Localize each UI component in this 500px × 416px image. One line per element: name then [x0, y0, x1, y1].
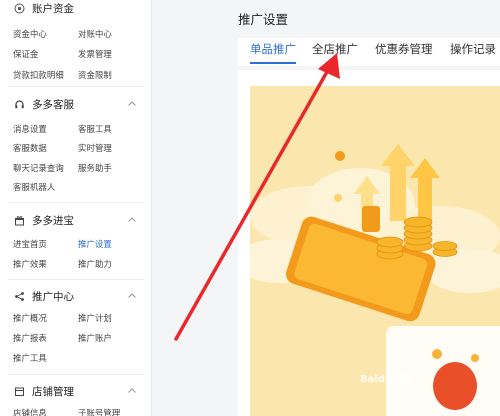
sidebar-section-title: 多多进宝	[32, 214, 74, 227]
sidebar-item-funds-limit[interactable]: 资金限制	[78, 69, 112, 81]
sidebar-item-deposit[interactable]: 保证金	[13, 48, 38, 60]
sidebar-divider	[8, 374, 144, 375]
sidebar-item-promotion-account[interactable]: 推广账户	[78, 332, 112, 344]
sidebar-divider	[8, 86, 144, 87]
app-root: 账户资金 资金中心 对账中心 保证金 发票管理 贷款扣款明细 资金限制 多多客服	[0, 0, 500, 416]
sidebar-section-customer-service: 多多客服 消息设置 客服工具 客服数据 实时管理 聊天记录查询 服务助手 客服机…	[0, 94, 151, 192]
sidebar-item-chat-records[interactable]: 聊天记录查询	[13, 162, 64, 174]
chevron-up-icon[interactable]	[126, 98, 138, 110]
sidebar-section-header[interactable]: 推广中心	[0, 286, 151, 306]
sidebar-section-account-funds: 账户资金 资金中心 对账中心 保证金 发票管理 贷款扣款明细 资金限制	[0, 0, 151, 81]
sidebar-item-promotion-boost[interactable]: 推广助力	[78, 258, 112, 270]
banner-illustration-art	[250, 144, 500, 416]
sidebar-section-duoduo-jinbao: 多多进宝 进宝首页 推广设置 推广效果 推广助力	[0, 210, 151, 269]
sidebar-section-store-management: 店铺管理 店铺信息 子账号管理	[0, 381, 151, 416]
sidebar-item-promotion-settings[interactable]: 推广设置	[78, 238, 112, 250]
main-panel: 推广设置 单品推广 全店推广 优惠券管理 操作记录	[153, 0, 500, 416]
sidebar-item-promotion-tools[interactable]: 推广工具	[13, 352, 47, 364]
sidebar-section-title: 推广中心	[32, 290, 74, 303]
sidebar-item-sub-accounts[interactable]: 子账号管理	[78, 407, 120, 416]
sidebar-item-service-robot[interactable]: 客服机器人	[13, 181, 55, 193]
sidebar-item-message-settings[interactable]: 消息设置	[13, 123, 47, 135]
sidebar-item-promotion-overview[interactable]: 推广概况	[13, 312, 47, 324]
promotion-banner-illustration	[250, 86, 500, 416]
chevron-up-icon[interactable]	[126, 214, 138, 226]
tab-operation-log[interactable]: 操作记录	[450, 41, 496, 57]
sidebar-section-header[interactable]: 多多进宝	[0, 210, 151, 230]
sidebar: 账户资金 资金中心 对账中心 保证金 发票管理 贷款扣款明细 资金限制 多多客服	[0, 0, 152, 416]
tab-coupon-management[interactable]: 优惠券管理	[375, 41, 433, 57]
sidebar-section-promotion-center: 推广中心 推广概况 推广计划 推广报表 推广账户 推广工具	[0, 286, 151, 363]
sidebar-item-jinbao-home[interactable]: 进宝首页	[13, 238, 47, 250]
sidebar-item-promotion-report[interactable]: 推广报表	[13, 332, 47, 344]
sidebar-item-reconciliation[interactable]: 对账中心	[78, 28, 112, 40]
money-circle-icon	[13, 2, 26, 15]
chevron-up-icon[interactable]	[126, 385, 138, 397]
sidebar-section-header[interactable]: 店铺管理	[0, 381, 151, 401]
tab-single-item-promotion[interactable]: 单品推广	[250, 41, 296, 57]
baidu-jingyan-watermark: Baidu经验	[360, 374, 413, 385]
sidebar-item-store-info[interactable]: 店铺信息	[13, 407, 47, 416]
sidebar-item-service-tools[interactable]: 客服工具	[78, 123, 112, 135]
sidebar-item-loan-deduction[interactable]: 贷款扣款明细	[13, 69, 64, 81]
sidebar-divider	[8, 202, 144, 203]
content-area	[238, 70, 500, 416]
page-title: 推广设置	[238, 12, 289, 27]
sidebar-divider	[8, 279, 144, 280]
sidebar-section-header[interactable]: 账户资金	[0, 0, 151, 18]
tab-bar: 单品推广 全店推广 优惠券管理 操作记录	[238, 38, 500, 66]
store-icon	[13, 385, 26, 398]
active-tab-indicator	[250, 62, 296, 64]
sidebar-item-invoice[interactable]: 发票管理	[78, 48, 112, 60]
sidebar-item-service-assistant[interactable]: 服务助手	[78, 162, 112, 174]
chevron-up-icon[interactable]	[126, 290, 138, 302]
sidebar-item-funds-center[interactable]: 资金中心	[13, 28, 47, 40]
share-icon	[13, 290, 26, 303]
sidebar-section-title: 店铺管理	[32, 385, 74, 398]
sidebar-item-service-data[interactable]: 客服数据	[13, 142, 47, 154]
sidebar-item-promotion-effect[interactable]: 推广效果	[13, 258, 47, 270]
gift-box-icon	[13, 214, 26, 227]
sidebar-item-promotion-plan[interactable]: 推广计划	[78, 312, 112, 324]
sidebar-item-realtime-management[interactable]: 实时管理	[78, 142, 112, 154]
sidebar-section-title: 账户资金	[32, 2, 74, 15]
sidebar-section-title: 多多客服	[32, 98, 74, 111]
headset-icon	[13, 98, 26, 111]
tab-store-promotion[interactable]: 全店推广	[312, 41, 358, 57]
sidebar-section-header[interactable]: 多多客服	[0, 94, 151, 114]
